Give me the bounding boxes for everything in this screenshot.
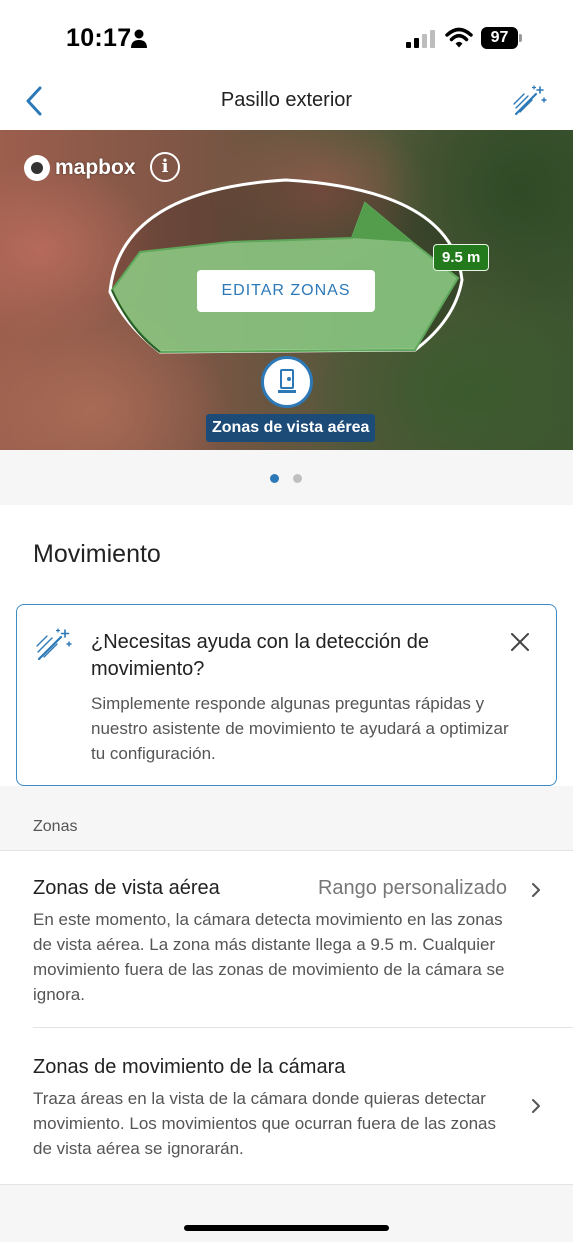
- camera-zones-title: Zonas de movimiento de la cámara: [33, 1056, 346, 1078]
- camera-zones-description: Traza áreas en la vista de la cámara don…: [33, 1089, 497, 1158]
- aerial-map[interactable]: mapbox i 9.5 m EDITAR ZONAS Zonas de vis…: [0, 130, 573, 450]
- distance-badge: 9.5 m: [433, 244, 490, 271]
- aerial-zones-row[interactable]: Zonas de vista aérea Rango personalizado…: [0, 851, 573, 1027]
- aerial-zones-value: Rango personalizado: [317, 877, 507, 899]
- info-icon[interactable]: i: [150, 152, 180, 182]
- magic-wand-icon[interactable]: [512, 84, 548, 118]
- status-time: 10:17: [66, 24, 132, 52]
- page-dot[interactable]: [293, 474, 302, 483]
- help-card-title: ¿Necesitas ayuda con la detección de mov…: [91, 631, 429, 680]
- person-icon: [131, 29, 147, 48]
- signal-icon: [406, 30, 435, 48]
- aerial-zones-label: Zonas de vista aérea: [206, 414, 376, 442]
- magic-wand-icon: [36, 628, 72, 661]
- battery-icon: 97: [481, 27, 523, 49]
- aerial-zones-title: Zonas de vista aérea: [33, 877, 220, 899]
- edit-zones-button[interactable]: EDITAR ZONAS: [197, 270, 375, 312]
- zones-header-label: Zonas: [33, 818, 78, 835]
- motion-assistant-card[interactable]: ¿Necesitas ayuda con la detección de mov…: [16, 604, 557, 786]
- mapbox-brand: mapbox: [55, 156, 136, 179]
- close-icon[interactable]: [509, 631, 531, 653]
- bottom-area: [0, 1184, 573, 1242]
- aerial-zones-description: En este momento, la cámara detecta movim…: [33, 910, 505, 1004]
- wifi-icon: [445, 27, 473, 48]
- status-bar: 10:17 97: [0, 0, 573, 78]
- mapbox-mark-icon: [24, 155, 50, 181]
- chevron-right-icon: [532, 1099, 540, 1113]
- mapbox-logo: mapbox: [24, 154, 136, 182]
- help-card-body: Simplemente responde algunas preguntas r…: [91, 694, 509, 763]
- camera-motion-zones-row[interactable]: Zonas de movimiento de la cámara Traza á…: [0, 1028, 573, 1184]
- chevron-right-icon: [532, 883, 540, 897]
- page-title: Pasillo exterior: [220, 89, 353, 111]
- page-dot-active[interactable]: [270, 474, 279, 483]
- home-indicator[interactable]: [184, 1225, 389, 1231]
- section-title: Movimiento: [33, 540, 161, 568]
- zones-section-header: Zonas: [0, 786, 573, 850]
- nav-bar: Pasillo exterior: [0, 78, 573, 130]
- battery-level: 97: [481, 27, 518, 49]
- page-indicator: [0, 450, 573, 505]
- camera-icon[interactable]: [261, 356, 313, 408]
